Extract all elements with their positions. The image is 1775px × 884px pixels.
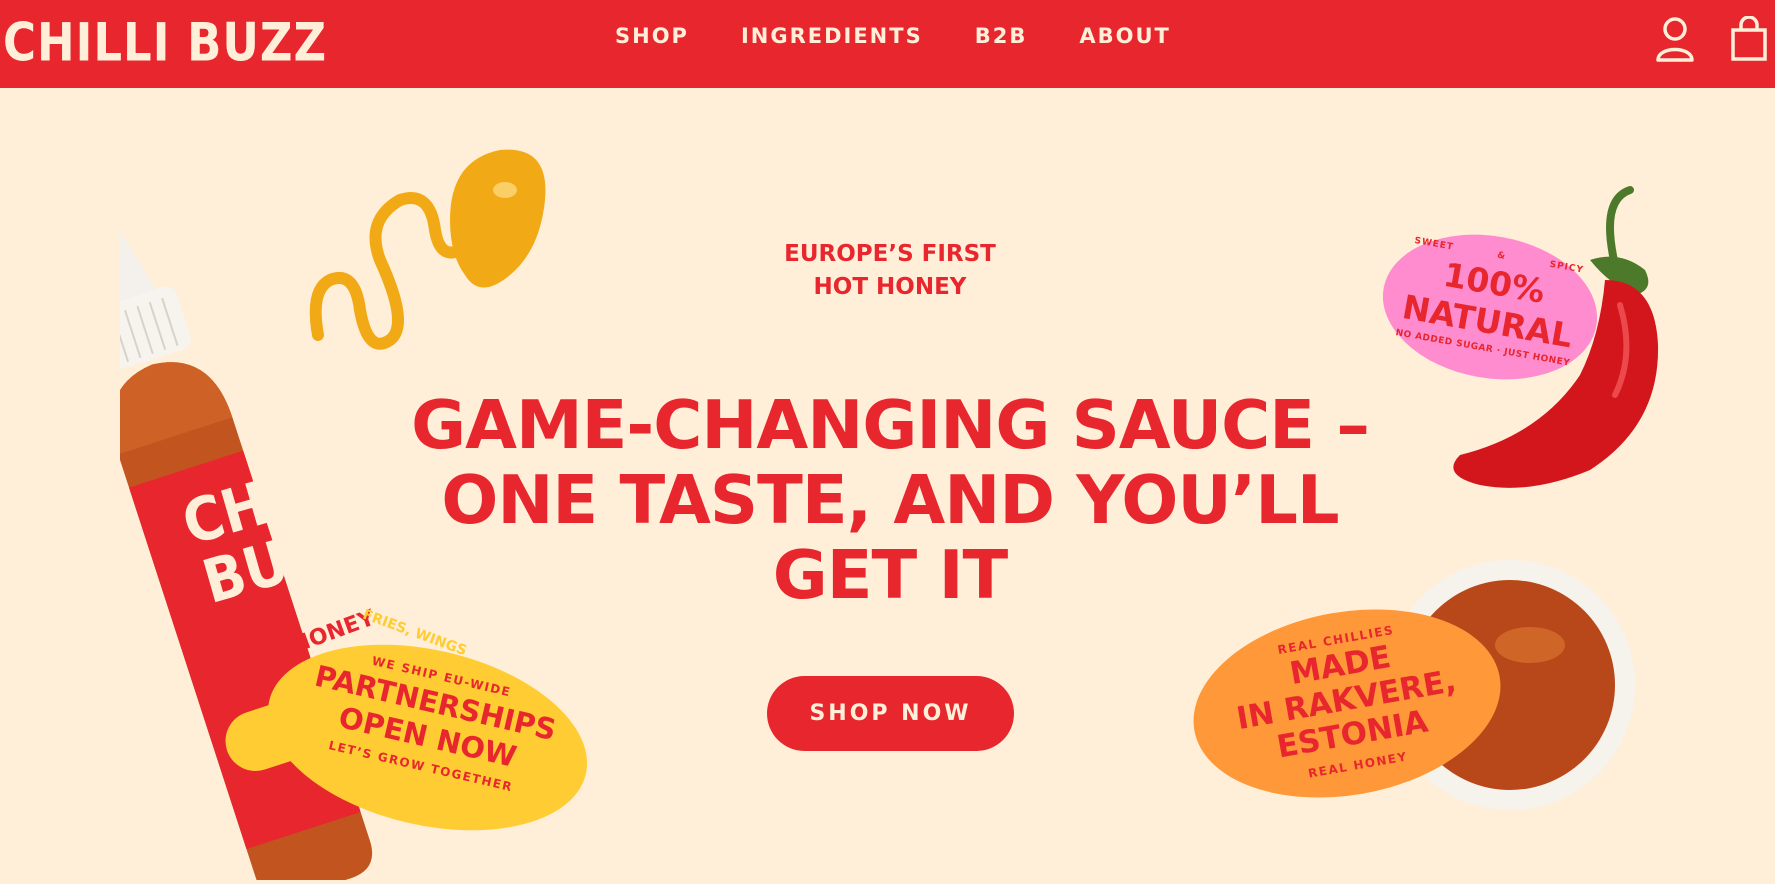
shop-now-button[interactable]: SHOP NOW — [767, 676, 1014, 751]
brand-logo[interactable]: CHILLI BUZZ — [3, 12, 327, 73]
nav-about[interactable]: ABOUT — [1079, 24, 1171, 48]
nav-b2b[interactable]: B2B — [975, 24, 1028, 48]
honey-drizzle-image — [300, 140, 560, 374]
hero-headline: GAME-CHANGING SAUCE – ONE TASTE, AND YOU… — [411, 386, 1370, 614]
hero-eyebrow: EUROPE’S FIRST HOT HONEY — [784, 241, 996, 300]
nav-ingredients[interactable]: INGREDIENTS — [741, 24, 923, 48]
top-nav-bar: CHILLI BUZZ SHOP INGREDIENTS B2B ABOUT — [0, 0, 1775, 88]
shopping-bag-icon[interactable] — [1730, 16, 1768, 62]
main-nav: SHOP INGREDIENTS B2B ABOUT — [615, 24, 1171, 48]
nav-shop[interactable]: SHOP — [615, 24, 689, 48]
user-icon[interactable] — [1655, 16, 1695, 62]
